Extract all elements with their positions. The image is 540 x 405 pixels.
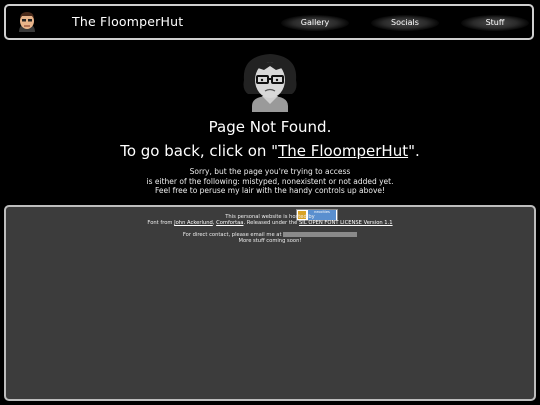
home-link[interactable]: The FloomperHut <box>278 142 408 160</box>
error-line: Feel free to peruse my lair with the han… <box>154 186 386 195</box>
font-author-link[interactable]: John Ackerlund <box>174 220 213 226</box>
error-message: Sorry, but the page you're trying to acc… <box>0 167 540 196</box>
site-header: The FloomperHut Gallery Socials Stuff <box>4 4 534 40</box>
nav-stuff[interactable]: Stuff <box>461 15 529 31</box>
go-back-text: To go back, click on "The FloomperHut". <box>120 142 420 160</box>
error-line: Sorry, but the page you're trying to acc… <box>189 167 351 176</box>
page-title: Page Not Found. <box>208 118 332 136</box>
redacted-email <box>283 232 358 237</box>
license-link[interactable]: SIL OPEN FONT LICENSE Version 1.1 <box>299 220 393 226</box>
avatar[interactable] <box>14 10 40 36</box>
nav-socials[interactable]: Socials <box>371 15 439 31</box>
site-footer: neocities This personal website is hoste… <box>4 205 536 401</box>
site-title[interactable]: The FloomperHut <box>72 14 183 29</box>
error-line: is either of the following: mistyped, no… <box>146 176 394 186</box>
font-credit-line: Font from John Ackerlund, Comfortaa. Rel… <box>147 220 393 226</box>
more-stuff-line: More stuff coming soon! <box>238 238 302 244</box>
nav-gallery[interactable]: Gallery <box>281 15 349 31</box>
grayscale-avatar-illustration <box>243 54 297 112</box>
font-name-link[interactable]: Comfortaa <box>216 220 243 226</box>
